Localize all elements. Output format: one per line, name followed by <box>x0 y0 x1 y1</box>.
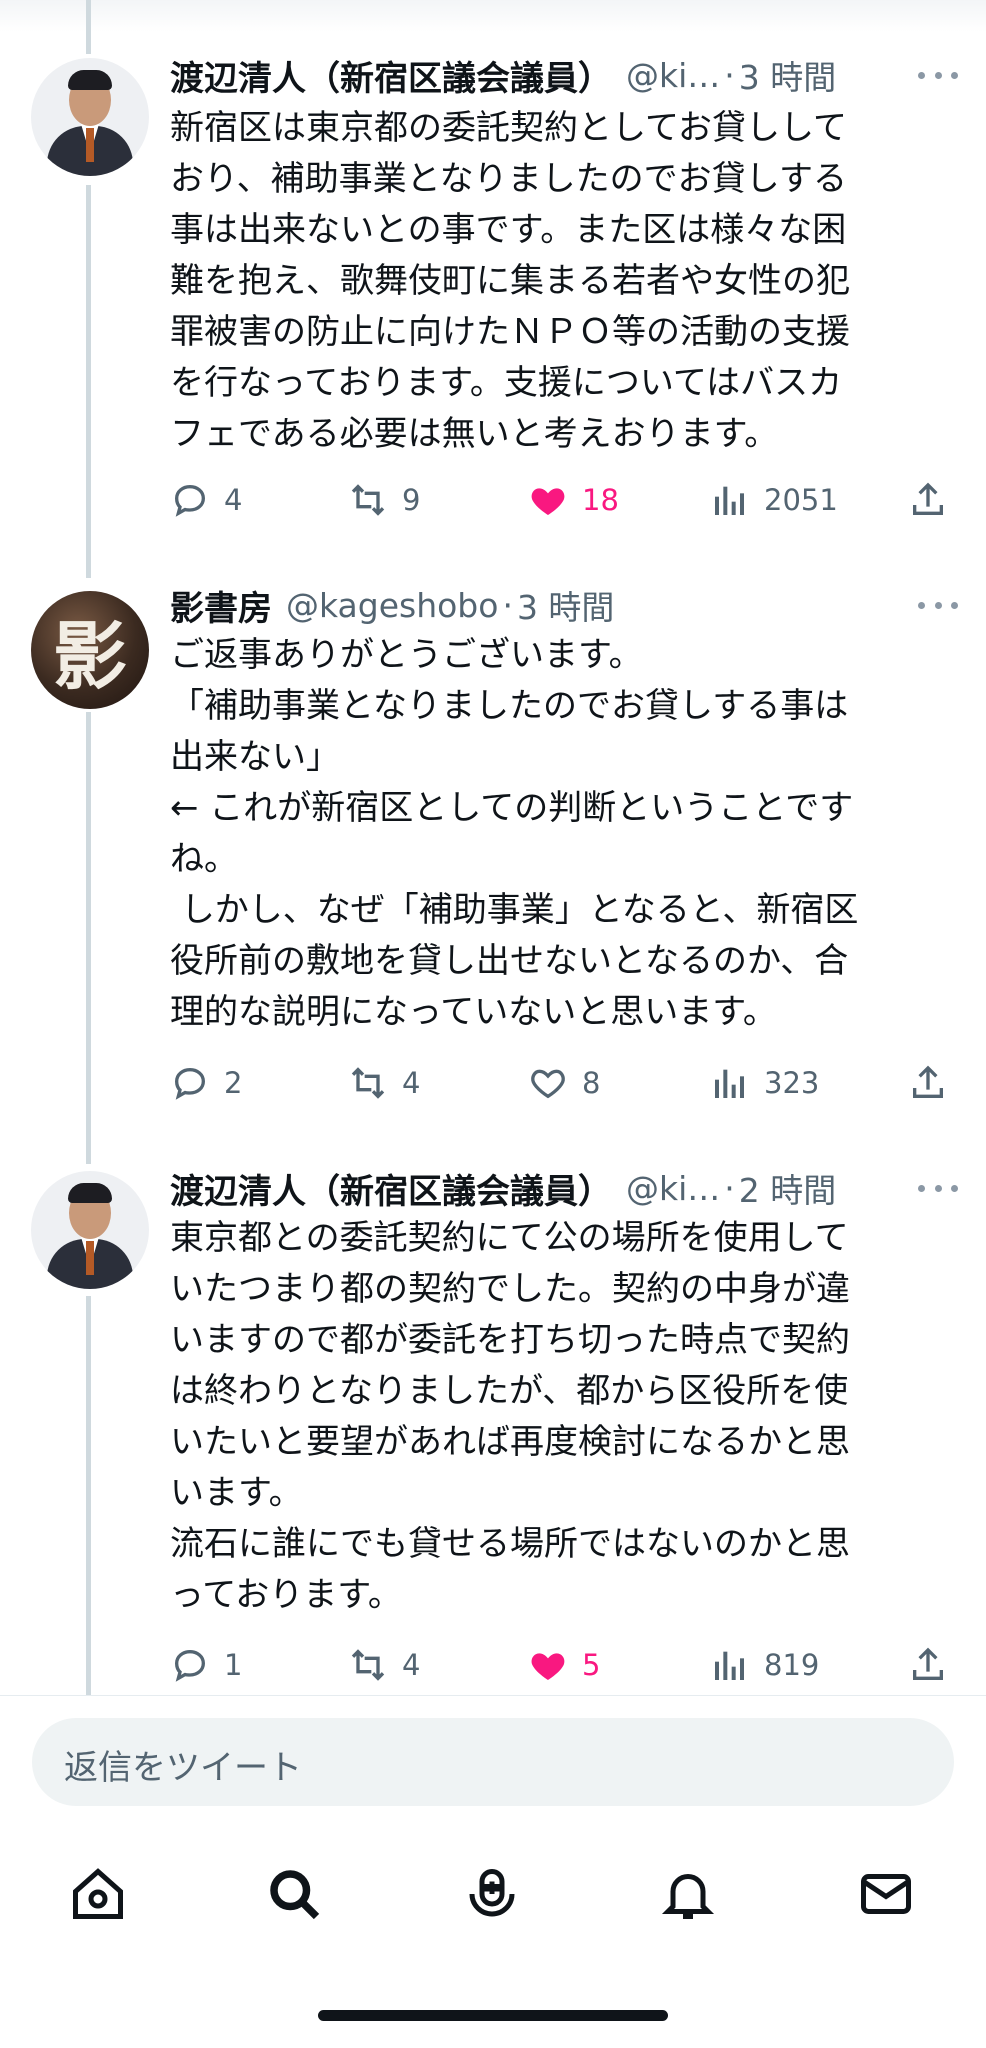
search-icon[interactable] <box>264 1864 324 1924</box>
home-indicator[interactable] <box>318 2010 668 2021</box>
author-handle[interactable]: @ki… <box>626 56 720 95</box>
retweet-icon <box>351 1067 385 1099</box>
author-name[interactable]: 影書房 <box>170 581 272 630</box>
retweet-count: 4 <box>402 1648 421 1682</box>
share-icon <box>913 1647 943 1680</box>
retweet-icon <box>351 484 385 516</box>
tweet[interactable]: 渡辺清人（新宿区議会議員） @ki… · 3 時間 新宿区は東京都の委託契約とし… <box>0 0 986 560</box>
reply-button[interactable]: 1 <box>170 1640 242 1690</box>
like-count: 5 <box>582 1648 601 1682</box>
retweet-button[interactable]: 4 <box>348 1058 420 1108</box>
share-button[interactable] <box>908 475 962 525</box>
share-button[interactable] <box>908 1058 962 1108</box>
timestamp[interactable]: 3 時間 <box>517 581 615 629</box>
share-icon <box>913 482 943 515</box>
views-button[interactable]: 2051 <box>710 475 838 525</box>
view-count: 2051 <box>764 483 838 517</box>
reply-button[interactable]: 4 <box>170 475 242 525</box>
tweet[interactable]: 渡辺清人（新宿区議会議員） @ki… · 2 時間 東京都との委託契約にて公の場… <box>0 1140 986 1695</box>
analytics-icon <box>715 486 744 515</box>
tweet-text: 東京都との委託契約にて公の場所を使用して いたつまり都の契約でした。契約の中身が違… <box>170 1218 850 1615</box>
reply-icon <box>174 1067 206 1100</box>
more-options-icon[interactable] <box>918 65 958 85</box>
views-button[interactable]: 819 <box>710 1640 819 1690</box>
messages-icon[interactable] <box>856 1864 916 1924</box>
like-count: 8 <box>582 1066 601 1100</box>
avatar[interactable] <box>31 1171 149 1289</box>
reply-input[interactable]: 返信をツイート <box>32 1718 954 1806</box>
like-button[interactable]: 8 <box>528 1058 600 1108</box>
reply-count: 2 <box>224 1066 243 1100</box>
retweet-count: 4 <box>402 1066 421 1100</box>
share-button[interactable] <box>908 1640 962 1690</box>
like-count: 18 <box>582 483 619 517</box>
views-button[interactable]: 323 <box>710 1058 819 1108</box>
author-name[interactable]: 渡辺清人（新宿区議会議員） <box>170 1164 612 1213</box>
reply-button[interactable]: 2 <box>170 1058 242 1108</box>
tweet[interactable]: 影 影書房 @kageshobo · 3 時間 ご返事ありがとうございます。 「補… <box>0 560 986 1140</box>
retweet-count: 9 <box>402 483 421 517</box>
spaces-icon[interactable] <box>462 1864 522 1924</box>
analytics-icon <box>715 1069 744 1098</box>
author-handle[interactable]: @ki… <box>626 1169 720 1208</box>
reply-icon <box>174 484 206 517</box>
reply-input-placeholder: 返信をツイート <box>64 1748 302 1788</box>
timestamp[interactable]: 3 時間 <box>739 51 837 99</box>
retweet-button[interactable]: 4 <box>348 1640 420 1690</box>
heart-filled-icon <box>531 488 565 515</box>
reply-count: 4 <box>224 483 243 517</box>
avatar[interactable] <box>31 58 149 176</box>
tweet-text: ご返事ありがとうございます。 「補助事業となりましたのでお貸しする事は 出来ない」 … <box>170 635 859 1032</box>
timestamp[interactable]: 2 時間 <box>739 1164 837 1212</box>
view-count: 323 <box>764 1066 820 1100</box>
heart-filled-icon <box>531 1653 565 1680</box>
divider <box>0 1695 986 1696</box>
bottom-navigation <box>0 1852 986 1932</box>
retweet-button[interactable]: 9 <box>348 475 420 525</box>
home-icon[interactable] <box>68 1864 128 1924</box>
author-name[interactable]: 渡辺清人（新宿区議会議員） <box>170 51 612 100</box>
share-icon <box>913 1065 943 1098</box>
view-count: 819 <box>764 1648 820 1682</box>
avatar-logo: 影 <box>53 613 127 700</box>
tweet-text: 新宿区は東京都の委託契約としてお貸しして おり、補助事業となりましたのでお貸しする… <box>170 108 850 454</box>
like-button[interactable]: 5 <box>528 1640 600 1690</box>
more-options-icon[interactable] <box>918 595 958 615</box>
analytics-icon <box>715 1651 744 1680</box>
more-options-icon[interactable] <box>918 1178 958 1198</box>
retweet-icon <box>351 1649 385 1681</box>
author-handle[interactable]: @kageshobo <box>286 586 498 625</box>
reply-count: 1 <box>224 1648 243 1682</box>
avatar[interactable]: 影 <box>31 591 149 709</box>
like-button[interactable]: 18 <box>528 475 619 525</box>
reply-icon <box>174 1649 206 1682</box>
notifications-icon[interactable] <box>658 1864 718 1924</box>
heart-icon <box>531 1069 565 1099</box>
